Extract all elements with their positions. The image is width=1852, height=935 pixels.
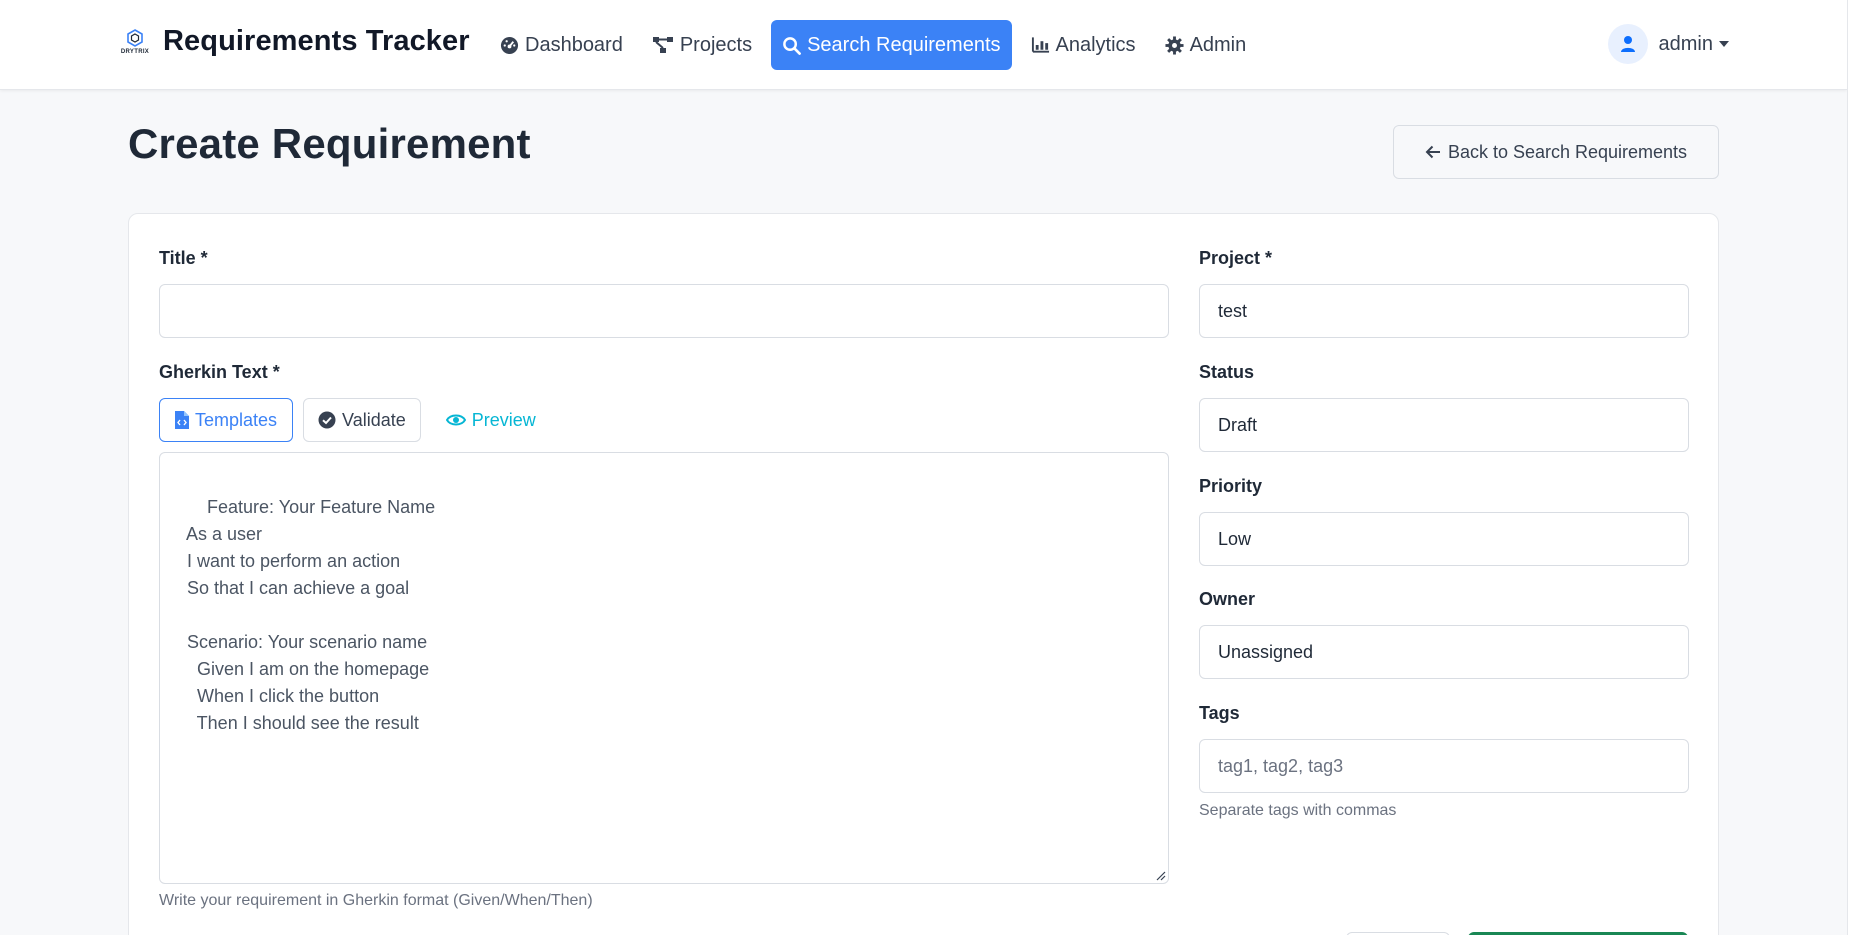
nav-item-search-requirements[interactable]: Search Requirements xyxy=(771,20,1012,70)
nav-item-label: Dashboard xyxy=(525,33,623,56)
analytics-icon xyxy=(1031,37,1049,53)
nav-item-projects[interactable]: Projects xyxy=(642,20,762,70)
back-to-search-button[interactable]: Back to Search Requirements xyxy=(1393,125,1719,179)
user-menu[interactable]: admin xyxy=(1607,24,1729,64)
dashboard-icon xyxy=(500,36,519,54)
user-name: admin xyxy=(1658,32,1713,55)
eye-icon xyxy=(445,414,466,426)
preview-button[interactable]: Preview xyxy=(431,398,551,442)
project-label: Project * xyxy=(1199,248,1273,268)
priority-label: Priority xyxy=(1199,476,1263,496)
projects-icon xyxy=(652,37,673,53)
nav-item-analytics[interactable]: Analytics xyxy=(1021,20,1146,70)
owner-label: Owner xyxy=(1199,589,1256,609)
tags-input[interactable]: tag1, tag2, tag3 xyxy=(1199,739,1689,793)
gherkin-textarea[interactable]: Feature: Your Feature Name As a user I w… xyxy=(159,452,1169,884)
file-code-icon xyxy=(175,411,189,429)
back-button-label: Back to Search Requirements xyxy=(1447,141,1688,162)
tags-label: Tags xyxy=(1199,703,1240,723)
caret-down-icon xyxy=(1719,41,1729,47)
nav-item-admin[interactable]: Admin xyxy=(1155,20,1257,70)
page-scrollbar[interactable] xyxy=(1847,0,1852,935)
title-input[interactable] xyxy=(159,284,1169,338)
brand-logo-text: DRYTRIX xyxy=(120,48,150,55)
validate-label: Validate xyxy=(342,409,406,430)
brand-logo-icon: DRYTRIX xyxy=(118,24,152,58)
gear-icon xyxy=(1165,35,1184,55)
brand[interactable]: DRYTRIX Requirements Tracker xyxy=(118,24,470,58)
priority-select[interactable]: Low xyxy=(1199,512,1689,566)
page-title: Create Requirement xyxy=(128,120,531,167)
nav-item-label: Projects xyxy=(679,33,753,56)
tags-help-text: Separate tags with commas xyxy=(1199,802,1397,819)
status-select[interactable]: Draft xyxy=(1199,398,1689,452)
resize-handle-icon[interactable] xyxy=(1156,871,1166,881)
status-label: Status xyxy=(1199,362,1255,382)
validate-button[interactable]: Validate xyxy=(303,398,421,442)
project-select[interactable]: test xyxy=(1199,284,1689,338)
gherkin-label: Gherkin Text * xyxy=(159,362,280,382)
requirement-form-card: Title * Gherkin Text * Templates Validat… xyxy=(128,213,1719,935)
brand-title: Requirements Tracker xyxy=(163,24,470,57)
search-icon xyxy=(783,36,801,55)
nav-item-dashboard[interactable]: Dashboard xyxy=(490,20,633,70)
nav-links: Dashboard Projects Search Requirements A… xyxy=(490,20,1265,70)
nav-item-label: Search Requirements xyxy=(807,33,1001,56)
top-navbar: DRYTRIX Requirements Tracker Dashboard P… xyxy=(0,0,1847,90)
gherkin-text: Feature: Your Feature Name As a user I w… xyxy=(186,497,436,733)
nav-item-label: Admin xyxy=(1189,33,1247,56)
gherkin-help-text: Write your requirement in Gherkin format… xyxy=(159,892,593,909)
app-window: DRYTRIX Requirements Tracker Dashboard P… xyxy=(0,0,1852,935)
title-label: Title * xyxy=(159,248,208,268)
gherkin-toolbar: Templates Validate Preview xyxy=(159,398,561,442)
preview-label: Preview xyxy=(471,409,536,430)
user-icon xyxy=(1620,36,1635,52)
nav-item-label: Analytics xyxy=(1055,33,1136,56)
templates-label: Templates xyxy=(195,409,278,430)
avatar xyxy=(1607,24,1648,64)
owner-select[interactable]: Unassigned xyxy=(1199,625,1689,679)
check-circle-icon xyxy=(318,411,336,429)
arrow-left-icon xyxy=(1425,145,1440,159)
templates-button[interactable]: Templates xyxy=(159,398,294,442)
